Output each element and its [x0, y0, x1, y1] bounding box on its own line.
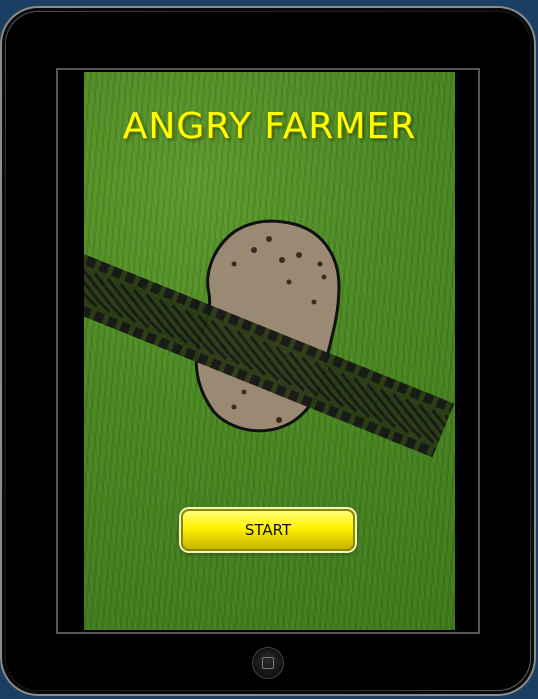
- game-screen[interactable]: ANGRY FARMER START: [84, 72, 455, 630]
- home-button[interactable]: [252, 647, 284, 679]
- start-button[interactable]: START: [181, 509, 355, 551]
- home-square-icon: [262, 657, 274, 669]
